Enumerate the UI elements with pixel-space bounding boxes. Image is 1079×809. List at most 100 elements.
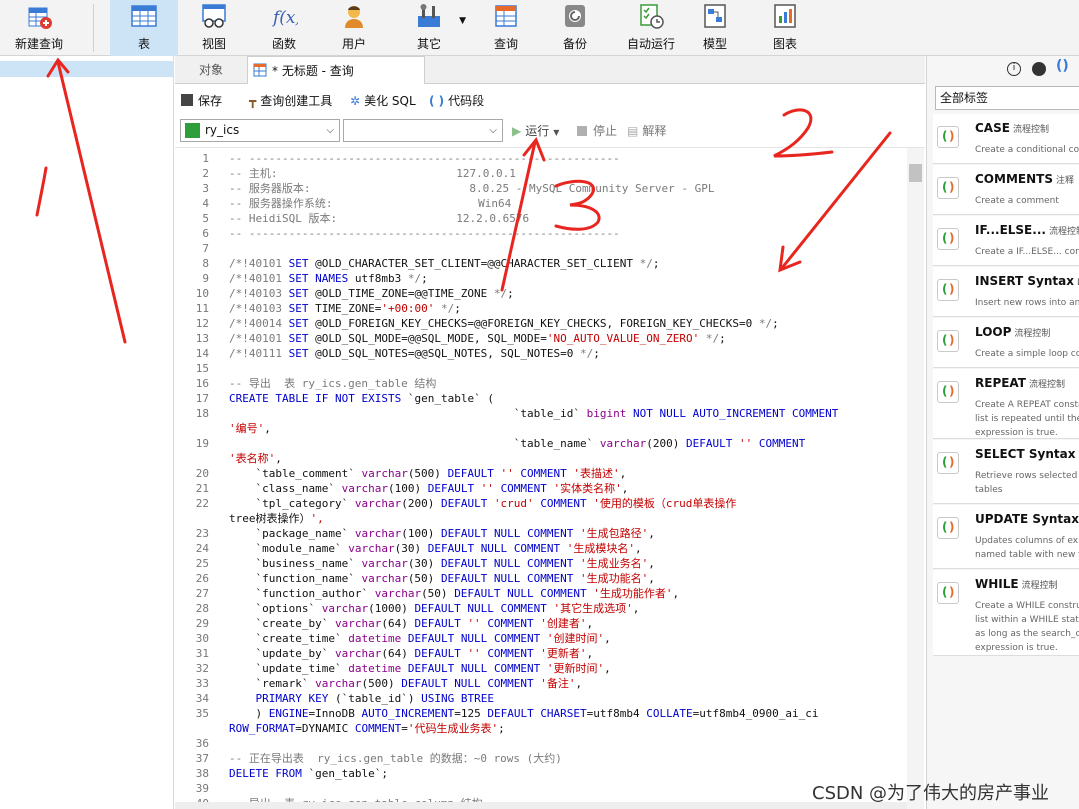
code-line[interactable]: 19 `table_name` varchar(200) DEFAULT '' … — [175, 436, 910, 451]
query-icon — [495, 5, 517, 27]
tools-icon — [418, 4, 440, 27]
code-line[interactable]: 26 `function_name` varchar(50) DEFAULT N… — [175, 571, 910, 586]
code-line[interactable]: 39 — [175, 781, 910, 796]
query-builder-button[interactable]: ┳ 查询创建工具 — [249, 86, 332, 116]
snippet-item[interactable]: () IF...ELSE...流程控制 Create a IF...ELSE... … — [933, 216, 1079, 266]
code-line[interactable]: 25 `business_name` varchar(30) DEFAULT N… — [175, 556, 910, 571]
code-line[interactable]: 9 /*!40101 SET NAMES utf8mb3 */; — [175, 271, 910, 286]
scrollbar-thumb[interactable] — [909, 164, 922, 182]
code-line[interactable]: 2 -- 主机: 127.0.0.1 — [175, 166, 910, 181]
function-button[interactable]: f(x) 函数 — [250, 0, 318, 56]
view-label: 视图 — [201, 37, 226, 51]
tab-untitled-query[interactable]: * 无标题 - 查询 — [247, 56, 425, 84]
navigation-pane[interactable] — [0, 56, 174, 809]
code-line[interactable]: 34 PRIMARY KEY (`table_id`) USING BTREE — [175, 691, 910, 706]
code-line[interactable]: 36 — [175, 736, 910, 751]
code-line[interactable]: 13 /*!40101 SET @OLD_SQL_MODE=@@SQL_MODE,… — [175, 331, 910, 346]
sql-editor[interactable]: 1 -- ------------------------------------… — [175, 147, 925, 809]
code-line[interactable]: 21 `class_name` varchar(100) DEFAULT '' … — [175, 481, 910, 496]
stop-button[interactable]: 停止 — [577, 122, 617, 140]
code-line[interactable]: 38 DELETE FROM `gen_table`; — [175, 766, 910, 781]
beautify-sql-button[interactable]: ✲ 美化 SQL — [350, 86, 416, 116]
code-snippet-button[interactable]: ( ) 代码段 — [429, 86, 484, 116]
code-line[interactable]: 20 `table_comment` varchar(500) DEFAULT … — [175, 466, 910, 481]
save-button[interactable]: 保存 — [181, 86, 222, 116]
code-line[interactable]: 6 -- ------------------------------------… — [175, 226, 910, 241]
snippet-category-select[interactable]: 全部标签 — [935, 86, 1079, 110]
code-line[interactable]: 22 `tpl_category` varchar(200) DEFAULT '… — [175, 496, 910, 511]
code-line[interactable]: ROW_FORMAT=DYNAMIC COMMENT='代码生成业务表'; — [175, 721, 910, 736]
table-button[interactable]: 表 — [110, 0, 178, 56]
code-line[interactable]: 35 ) ENGINE=InnoDB AUTO_INCREMENT=125 DE… — [175, 706, 910, 721]
line-number: 28 — [195, 602, 209, 615]
run-dropdown-icon[interactable]: ▼ — [553, 128, 559, 137]
code-line[interactable]: 28 `options` varchar(1000) DEFAULT NULL … — [175, 601, 910, 616]
code-line[interactable]: '编号', — [175, 421, 910, 436]
code-line[interactable]: 32 `update_time` datetime DEFAULT NULL C… — [175, 661, 910, 676]
snippet-item[interactable]: () COMMENTS 注释 Create a comment — [933, 165, 1079, 215]
connection-selector-row: ry_ics ⌵ ⌵ ▶ 运行 ▼ 停止 ▤ 解释 — [175, 117, 925, 145]
code-line[interactable]: 1 -- ------------------------------------… — [175, 151, 910, 166]
info-icon[interactable]: i — [1007, 62, 1021, 76]
code-line[interactable]: 37 -- 正在导出表 ry_ics.gen_table 的数据：~0 rows … — [175, 751, 910, 766]
snippet-description: Create a simple loop cor — [975, 349, 1079, 359]
code-line[interactable]: 5 -- HeidiSQL 版本: 12.2.0.6576 — [175, 211, 910, 226]
play-icon: ▶ — [512, 124, 522, 138]
code-line[interactable]: 10 /*!40103 SET @OLD_TIME_ZONE=@@TIME_ZON… — [175, 286, 910, 301]
snippet-tag: 流程控制 — [1014, 329, 1051, 339]
code-line[interactable]: 24 `module_name` varchar(30) DEFAULT NUL… — [175, 541, 910, 556]
user-button[interactable]: 用户 — [320, 0, 388, 56]
code-line[interactable]: tree树表操作）', — [175, 511, 910, 526]
code-line[interactable]: 27 `function_author` varchar(50) DEFAULT… — [175, 586, 910, 601]
code-line[interactable]: 3 -- 服务器版本: 8.0.25 - MySQL Community Serv… — [175, 181, 910, 196]
model-button[interactable]: 模型 — [682, 0, 748, 56]
code-line[interactable]: 16 -- 导出 表 ry_ics.gen_table 结构 — [175, 376, 910, 391]
code-line[interactable]: 14 /*!40111 SET @OLD_SQL_NOTES=@@SQL_NOTE… — [175, 346, 910, 361]
code-line[interactable]: 31 `update_by` varchar(64) DEFAULT '' CO… — [175, 646, 910, 661]
code-line[interactable]: 7 — [175, 241, 910, 256]
code-line[interactable]: '表名称', — [175, 451, 910, 466]
tab-objects[interactable]: 对象 — [175, 56, 247, 84]
snippet-item[interactable]: () REPEAT 流程控制 Create A REPEAT constr list … — [933, 369, 1079, 439]
model-icon — [704, 4, 726, 28]
database-select[interactable]: ⌵ — [343, 119, 503, 142]
editor-vertical-scrollbar[interactable] — [907, 148, 924, 809]
chart-button[interactable]: 图表 — [752, 0, 818, 56]
snippet-item[interactable]: () UPDATE SyntaxD Updates columns of exis … — [933, 505, 1079, 569]
code-icon[interactable]: () — [1056, 58, 1069, 74]
other-button[interactable]: 其它 ▼ — [392, 0, 466, 56]
explain-button[interactable]: ▤ 解释 — [627, 122, 666, 140]
line-number: 13 — [195, 332, 209, 345]
code-text: -- -------------------------------------… — [229, 227, 620, 240]
code-line[interactable]: 23 `package_name` varchar(100) DEFAULT N… — [175, 526, 910, 541]
eye-icon[interactable] — [1032, 62, 1046, 76]
run-button[interactable]: ▶ 运行 ▼ — [512, 122, 559, 142]
code-line[interactable]: 29 `create_by` varchar(64) DEFAULT '' CO… — [175, 616, 910, 631]
snippet-item[interactable]: () INSERT SyntaxDM Insert new rows into an — [933, 267, 1079, 317]
other-dropdown-icon[interactable]: ▼ — [459, 16, 466, 26]
code-line[interactable]: 12 /*!40014 SET @OLD_FOREIGN_KEY_CHECKS=@… — [175, 316, 910, 331]
code-line[interactable]: 33 `remark` varchar(500) DEFAULT NULL CO… — [175, 676, 910, 691]
view-button[interactable]: 视图 — [180, 0, 248, 56]
new-query-button[interactable]: 新建查询 — [0, 0, 78, 56]
code-line[interactable]: 11 /*!40103 SET TIME_ZONE='+00:00' */; — [175, 301, 910, 316]
code-line[interactable]: 18 `table_id` bigint NOT NULL AUTO_INCRE… — [175, 406, 910, 421]
selected-connection-row[interactable] — [0, 61, 174, 77]
editor-horizontal-scrollbar[interactable] — [175, 802, 907, 809]
connection-select[interactable]: ry_ics ⌵ — [180, 119, 340, 142]
snippet-item[interactable]: () WHILE 流程控制 Create a WHILE construc list … — [933, 570, 1079, 656]
code-text: `remark` varchar(500) DEFAULT NULL COMME… — [229, 677, 583, 690]
code-line[interactable]: 4 -- 服务器操作系统: Win64 — [175, 196, 910, 211]
code-line[interactable]: 17 CREATE TABLE IF NOT EXISTS `gen_table`… — [175, 391, 910, 406]
code-line[interactable]: 15 — [175, 361, 910, 376]
backup-button[interactable]: 备份 — [542, 0, 608, 56]
auto-run-button[interactable]: 自动运行 — [612, 0, 690, 56]
code-line[interactable]: 8 /*!40101 SET @OLD_CHARACTER_SET_CLIENT=… — [175, 256, 910, 271]
snippet-item[interactable]: () CASE 流程控制 Create a conditional cor — [933, 114, 1079, 164]
query-button[interactable]: 查询 — [472, 0, 540, 56]
line-number: 14 — [195, 347, 209, 360]
snippet-item[interactable]: () LOOP 流程控制 Create a simple loop cor — [933, 318, 1079, 368]
line-number: 30 — [195, 632, 209, 645]
code-line[interactable]: 30 `create_time` datetime DEFAULT NULL C… — [175, 631, 910, 646]
snippet-item[interactable]: () SELECT SyntaxDN Retrieve rows selected … — [933, 440, 1079, 504]
